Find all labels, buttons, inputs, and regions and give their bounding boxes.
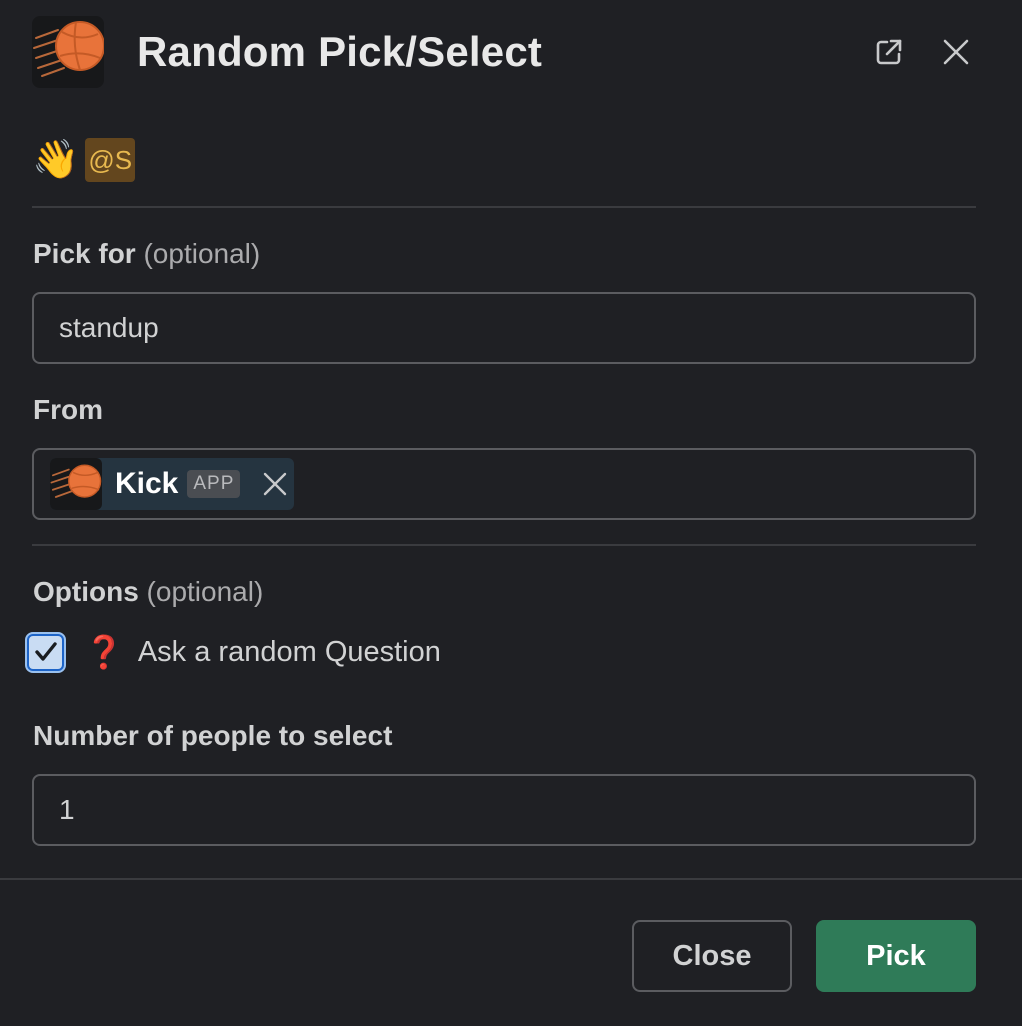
selected-chip: Kick APP — [50, 458, 294, 510]
app-badge: APP — [187, 470, 241, 498]
question-mark-icon: ❓ — [84, 634, 124, 670]
options-label-text: Options — [33, 576, 139, 607]
options-label: Options (optional) — [33, 576, 263, 608]
greeting: 👋 @S — [32, 136, 136, 184]
close-icon — [264, 472, 287, 496]
optional-hint: (optional) — [146, 576, 264, 607]
divider — [32, 206, 976, 208]
question-checkbox-row[interactable]: ❓ Ask a random Question — [27, 630, 441, 674]
number-label: Number of people to select — [33, 720, 393, 751]
chip-name: Kick — [115, 467, 179, 500]
from-label: From — [33, 394, 103, 425]
close-icon — [943, 39, 969, 65]
modal-dialog: Random Pick/Select 👋 @S Pick for (option… — [0, 0, 1022, 1026]
number-value: 1 — [59, 794, 75, 825]
popout-button[interactable] — [869, 32, 909, 72]
close-icon-button[interactable] — [936, 32, 976, 72]
chip-avatar — [50, 458, 102, 510]
pick-for-label: Pick for (optional) — [33, 238, 260, 270]
number-input[interactable]: 1 — [32, 774, 976, 846]
remove-chip-button[interactable] — [260, 469, 290, 499]
wave-emoji: 👋 — [32, 139, 80, 181]
close-button[interactable]: Close — [632, 920, 792, 992]
pick-for-input[interactable]: standup — [32, 292, 976, 364]
question-checkbox-label: ❓ Ask a random Question — [84, 633, 441, 671]
external-link-icon — [876, 39, 902, 65]
pick-for-value: standup — [59, 312, 159, 343]
checkmark-icon — [34, 642, 57, 661]
user-mention[interactable]: @S — [85, 138, 136, 182]
question-checkbox-text: Ask a random Question — [137, 635, 441, 668]
divider — [32, 544, 976, 546]
question-checkbox[interactable] — [27, 633, 64, 671]
basketball-icon — [33, 21, 104, 77]
from-input[interactable]: Kick APP — [32, 448, 976, 520]
footer-divider — [0, 878, 1022, 880]
basketball-icon — [50, 464, 102, 498]
optional-hint: (optional) — [143, 238, 261, 269]
modal-title: Random Pick/Select — [137, 28, 543, 75]
pick-button[interactable]: Pick — [816, 920, 976, 992]
app-icon — [32, 16, 104, 88]
pick-for-label-text: Pick for — [33, 238, 136, 269]
